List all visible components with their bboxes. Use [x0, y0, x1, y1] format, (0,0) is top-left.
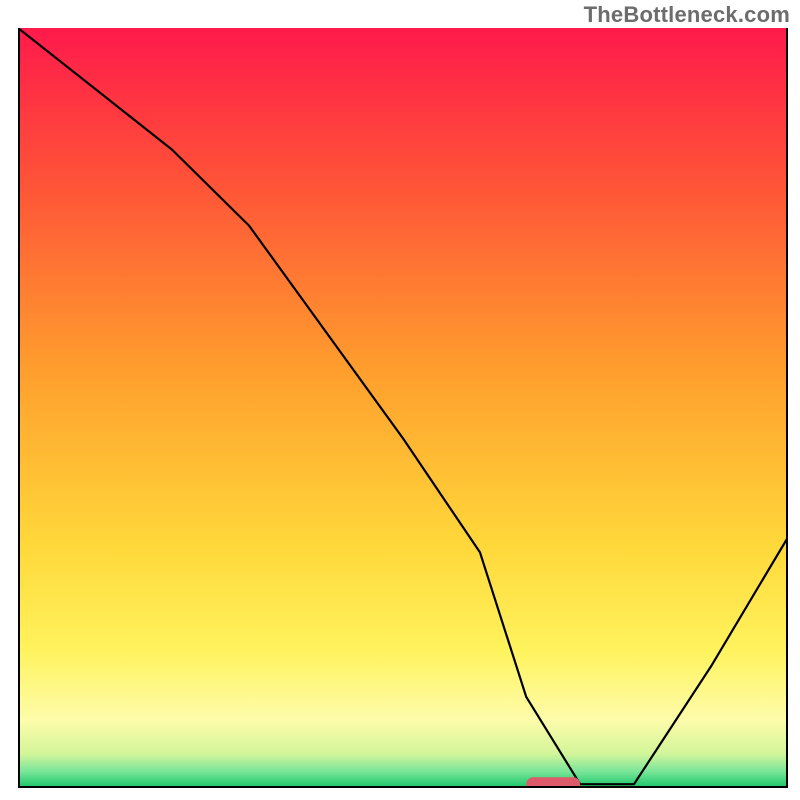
chart-background — [18, 28, 788, 788]
plot-area — [18, 28, 788, 788]
watermark-text: TheBottleneck.com — [584, 2, 790, 28]
chart-frame: TheBottleneck.com — [0, 0, 800, 800]
chart-svg — [18, 28, 788, 788]
